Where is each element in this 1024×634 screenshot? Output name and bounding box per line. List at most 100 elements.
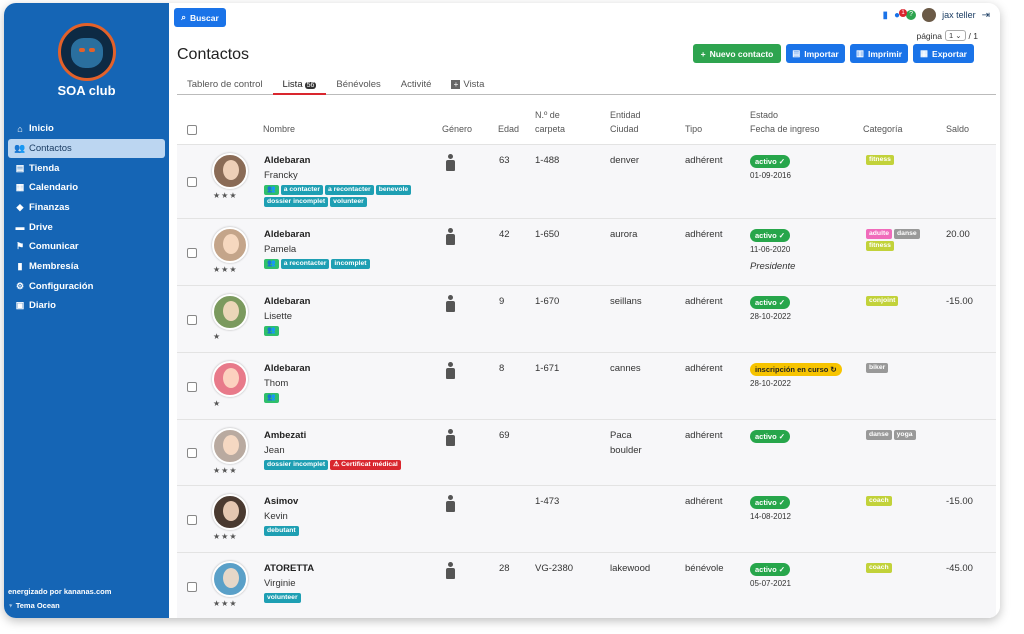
contact-last-name[interactable]: Aldebaran — [264, 363, 310, 374]
tag-badge[interactable]: a recontacter — [280, 259, 330, 269]
status-badge: activo ✓ — [750, 563, 791, 576]
user-name[interactable]: jax teller — [942, 10, 976, 20]
table-row[interactable]: ★★★ ATORETTA Virginie volunteer 28 VG-2380 lak… — [177, 552, 996, 618]
family-group-icon[interactable]: 👥 — [264, 185, 279, 195]
table-row[interactable]: ★★★ Asimov Kevin debutant 1-473 adhérent activ… — [177, 485, 996, 552]
col-age[interactable]: Edad — [498, 122, 519, 136]
contact-photo[interactable] — [212, 494, 248, 530]
row-checkbox[interactable] — [187, 177, 197, 187]
tag-badge[interactable]: a recontacter — [324, 185, 374, 195]
user-avatar[interactable] — [922, 8, 937, 22]
sidebar-item-contactos[interactable]: 👥 Contactos — [8, 138, 165, 159]
sidebar-item-comunicar[interactable]: ⚑ Comunicar — [8, 237, 165, 257]
col-gender[interactable]: Género — [442, 122, 472, 136]
contact-last-name[interactable]: Aldebaran — [264, 229, 310, 240]
category-badge[interactable]: coach — [866, 563, 892, 573]
sidebar-item-tienda[interactable]: ▤ Tienda — [8, 158, 165, 178]
col-entity[interactable]: Entidad Ciudad — [610, 108, 641, 136]
category-badge[interactable]: fitness — [866, 155, 894, 165]
col-name[interactable]: Nombre — [263, 122, 295, 136]
tab-lista[interactable]: Lista 56 — [272, 79, 327, 95]
family-group-icon[interactable]: 👥 — [264, 259, 279, 269]
sidebar-item-finanzas[interactable]: ◆ Finanzas — [8, 198, 165, 218]
view-tabs: Tablero de control Lista 56 Bénévoles Activi… — [177, 79, 996, 95]
join-date: 28-10-2022 — [750, 379, 791, 388]
sidebar-item-diario[interactable]: ▣ Diario — [8, 296, 165, 316]
contact-last-name[interactable]: Ambezati — [264, 430, 306, 441]
tag-badge[interactable]: volunteer — [264, 593, 301, 603]
import-button[interactable]: ▤ Importar — [786, 44, 845, 63]
family-group-icon[interactable]: 👥 — [264, 393, 279, 403]
bookmark-icon[interactable]: ▮ — [883, 10, 889, 21]
col-type[interactable]: Tipo — [685, 122, 702, 136]
col-balance[interactable]: Saldo — [946, 122, 969, 136]
tag-badge[interactable]: incomplet — [331, 259, 370, 269]
logout-icon[interactable]: ⇥ — [982, 10, 990, 21]
contact-photo[interactable] — [212, 361, 248, 397]
contact-last-name[interactable]: Aldebaran — [264, 155, 310, 166]
tag-badge[interactable]: volunteer — [330, 197, 367, 207]
tag-badge[interactable]: a contacter — [280, 185, 323, 195]
sidebar-nav: ⌂ Inicio 👥 Contactos ▤ Tienda ▦ Calendario ◆ Fina… — [8, 119, 165, 316]
table-row[interactable]: ★ Aldebaran Thom 👥 8 1-671 cannes adhérent inscr… — [177, 352, 996, 419]
category-badge[interactable]: adulte — [866, 229, 893, 239]
membership-icon: ▮ — [17, 261, 23, 272]
tag-badge[interactable]: dossier incomplet — [264, 197, 329, 207]
contact-photo[interactable] — [212, 294, 248, 330]
table-row[interactable]: ★★★ Ambezati Jean dossier incomplet ⚠ Certif… — [177, 419, 996, 485]
category-badge[interactable]: yoga — [893, 430, 916, 440]
row-checkbox[interactable] — [187, 381, 197, 392]
row-checkbox[interactable] — [187, 514, 197, 525]
tag-badge[interactable]: dossier incomplet — [264, 460, 329, 470]
select-all-checkbox[interactable] — [187, 125, 197, 135]
bell-icon[interactable]: ● 1 — [894, 8, 908, 21]
row-checkbox[interactable] — [187, 448, 197, 458]
table-row[interactable]: ★ Aldebaran Lisette 👥 9 1-670 seillans adhérent… — [177, 285, 996, 352]
sidebar-item-membres-a[interactable]: ▮ Membresía — [8, 257, 165, 277]
sidebar-item-configuraci-n[interactable]: ⚙ Configuración — [8, 277, 165, 297]
tag-badge[interactable]: debutant — [264, 526, 299, 536]
sidebar-item-calendario[interactable]: ▦ Calendario — [8, 178, 165, 198]
tab-vista[interactable]: + Vista — [441, 79, 494, 95]
col-folder[interactable]: N.º de carpeta — [535, 108, 565, 136]
contact-last-name[interactable]: ATORETTA — [264, 563, 314, 574]
category-badge[interactable]: conjoint — [866, 296, 899, 306]
tag-badge[interactable]: benevole — [375, 185, 412, 195]
tab-activit-[interactable]: Activité — [391, 79, 442, 95]
print-button[interactable]: ▥ Imprimir — [850, 44, 908, 63]
table-row[interactable]: ★★★ Aldebaran Pamela 👥 a recontacter incomple… — [177, 218, 996, 285]
category-badge[interactable]: danse — [866, 430, 892, 440]
page-select[interactable]: 1 ⌄ — [945, 30, 966, 41]
contact-photo[interactable] — [212, 227, 248, 263]
theme-switcher[interactable]: ♆ Tema Ocean — [8, 601, 60, 610]
contact-tags: 👥 a contacter a recontacter benevole dossier… — [264, 185, 429, 207]
tag-badge[interactable]: ⚠ Certificat médical — [330, 460, 401, 470]
contact-photo[interactable] — [212, 153, 248, 189]
contact-photo[interactable] — [212, 561, 248, 597]
col-status[interactable]: Estado Fecha de ingreso — [750, 108, 820, 136]
powered-by[interactable]: energizado por kananas.com — [8, 587, 111, 596]
contact-last-name[interactable]: Aldebaran — [264, 296, 310, 307]
category-badge[interactable]: danse — [894, 229, 920, 239]
sidebar-item-drive[interactable]: ▬ Drive — [8, 217, 165, 237]
export-button[interactable]: ▦ Exportar — [913, 44, 974, 63]
category-tags: conjoint — [866, 296, 936, 306]
sidebar-item-inicio[interactable]: ⌂ Inicio — [8, 119, 165, 139]
family-group-icon[interactable]: 👥 — [264, 326, 279, 336]
help-icon[interactable]: ? — [906, 10, 917, 20]
col-category[interactable]: Categoría — [863, 122, 903, 136]
new-contact-button[interactable]: + Nuevo contacto — [693, 44, 781, 63]
tab-tablero-de-control[interactable]: Tablero de control — [177, 79, 273, 95]
search-button[interactable]: ⌕ Buscar — [174, 8, 226, 27]
row-checkbox[interactable] — [187, 314, 197, 325]
contact-photo[interactable] — [212, 428, 248, 464]
category-badge[interactable]: biker — [866, 363, 889, 373]
contact-last-name[interactable]: Asimov — [264, 496, 298, 507]
club-logo[interactable] — [58, 23, 116, 81]
category-badge[interactable]: coach — [866, 496, 892, 506]
table-row[interactable]: ★★★ Aldebaran Francky 👥 a contacter a reconta… — [177, 144, 996, 218]
tab-b-n-voles[interactable]: Bénévoles — [326, 79, 390, 95]
row-checkbox[interactable] — [187, 581, 197, 592]
category-badge[interactable]: fitness — [866, 241, 894, 251]
row-checkbox[interactable] — [187, 247, 197, 258]
